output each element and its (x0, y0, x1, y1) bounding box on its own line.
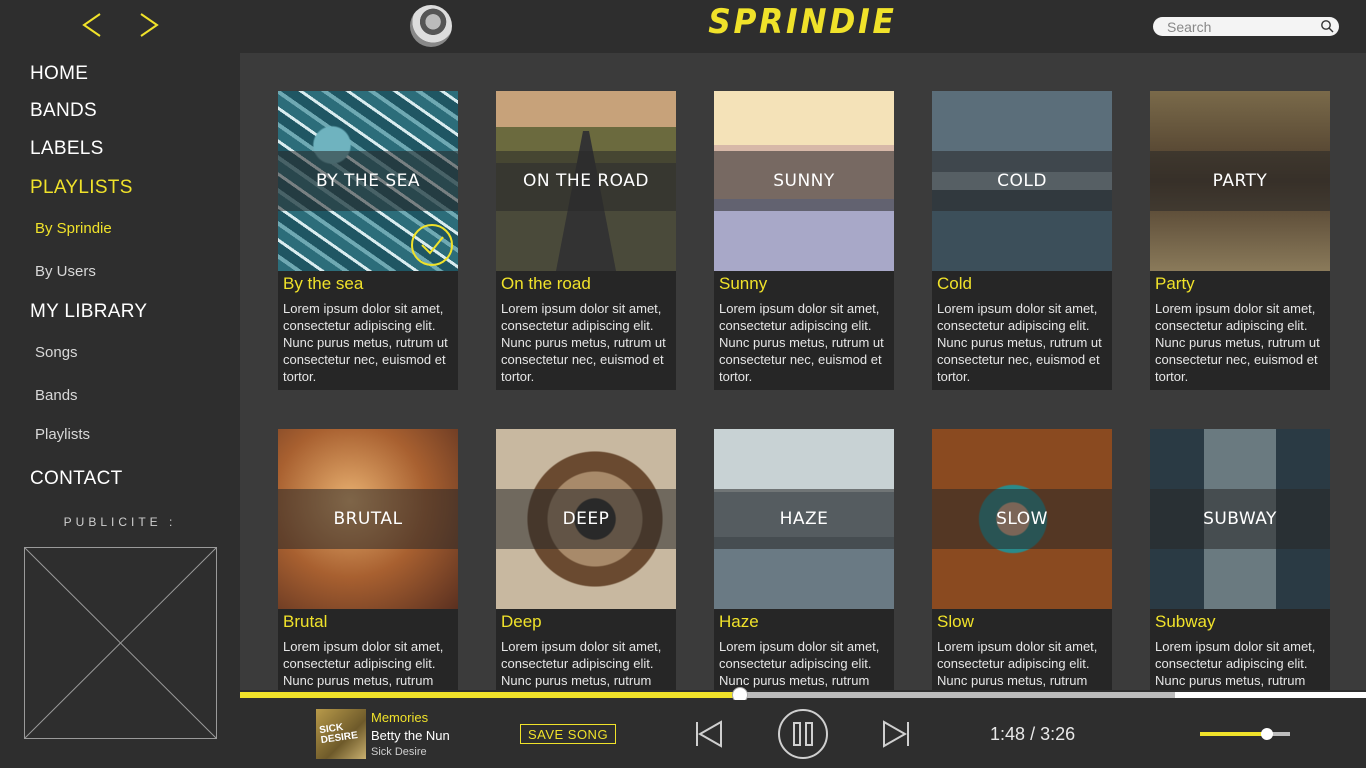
playlist-card-sunny[interactable]: SUNNY Sunny Lorem ipsum dolor sit amet, … (714, 91, 894, 390)
playlist-overlay-label: SLOW (932, 489, 1112, 549)
playlist-title: Sunny (719, 274, 768, 293)
playlist-card-on-the-road[interactable]: ON THE ROAD On the road Lorem ipsum dolo… (496, 91, 676, 390)
top-bar: SPRINDIE (0, 0, 1366, 53)
nav-my-library[interactable]: MY LIBRARY (30, 301, 147, 323)
playlist-thumbnail: SUNNY (714, 91, 894, 271)
playlist-title: Brutal (283, 612, 328, 631)
album-cover-text: SICK DESIRE (318, 721, 359, 747)
player-bar: SICK DESIRE Memories Betty the Nun Sick … (240, 700, 1366, 768)
time-display: 1:48 / 3:26 (990, 724, 1075, 745)
playlist-title: Haze (719, 612, 759, 631)
playlist-description: Lorem ipsum dolor sit amet, consectetur … (937, 301, 1102, 384)
search-icon[interactable] (1320, 19, 1334, 33)
playlist-overlay-label: HAZE (714, 489, 894, 549)
playlist-description: Lorem ipsum dolor sit amet, consectetur … (1155, 639, 1316, 688)
playlist-overlay-label: COLD (932, 151, 1112, 211)
search-input[interactable] (1167, 18, 1317, 35)
playlist-title: Slow (937, 612, 974, 631)
playlist-description: Lorem ipsum dolor sit amet, consectetur … (1155, 301, 1320, 384)
playlist-overlay-label: BY THE SEA (278, 151, 458, 211)
playlist-card-party[interactable]: PARTY Party Lorem ipsum dolor sit amet, … (1150, 91, 1330, 390)
playlist-overlay-label: DEEP (496, 489, 676, 549)
playlist-title: Deep (501, 612, 542, 631)
progress-fill (240, 692, 740, 698)
playlist-thumbnail: BY THE SEA (278, 91, 458, 271)
playlist-thumbnail: PARTY (1150, 91, 1330, 271)
nav-labels[interactable]: LABELS (30, 138, 104, 160)
nav-bands[interactable]: BANDS (30, 100, 97, 122)
playlist-overlay-label: BRUTAL (278, 489, 458, 549)
playlist-card-by-the-sea[interactable]: BY THE SEA By the sea Lorem ipsum dolor … (278, 91, 458, 390)
current-time: 1:48 (990, 724, 1026, 744)
forward-arrow-icon[interactable] (133, 8, 163, 42)
playlist-thumbnail: DEEP (496, 429, 676, 609)
nav-library-bands[interactable]: Bands (35, 387, 78, 404)
playlist-thumbnail: SUBWAY (1150, 429, 1330, 609)
playlist-card-cold[interactable]: COLD Cold Lorem ipsum dolor sit amet, co… (932, 91, 1112, 390)
playlist-description: Lorem ipsum dolor sit amet, consectetur … (501, 301, 666, 384)
playlist-description: Lorem ipsum dolor sit amet, consectetur … (283, 639, 444, 688)
playlist-thumbnail: COLD (932, 91, 1112, 271)
skip-back-icon[interactable] (694, 719, 724, 749)
playlist-title: Party (1155, 274, 1195, 293)
playlist-title: Subway (1155, 612, 1216, 631)
playlist-thumbnail: HAZE (714, 429, 894, 609)
playlist-overlay-label: ON THE ROAD (496, 151, 676, 211)
avatar[interactable] (410, 5, 452, 47)
nav-playlists[interactable]: PLAYLISTS (30, 177, 133, 199)
progress-track-end[interactable] (1175, 692, 1366, 698)
volume-fill (1200, 732, 1267, 736)
playlist-description: Lorem ipsum dolor sit amet, consectetur … (937, 639, 1098, 688)
playlist-card-slow[interactable]: SLOW Slow Lorem ipsum dolor sit amet, co… (932, 429, 1112, 690)
now-playing-artist[interactable]: Betty the Nun (371, 728, 450, 743)
back-arrow-icon[interactable] (78, 8, 108, 42)
nav-by-sprindie[interactable]: By Sprindie (35, 220, 112, 237)
now-playing-album[interactable]: Sick Desire (371, 746, 427, 758)
nav-songs[interactable]: Songs (35, 344, 78, 361)
playlist-card-deep[interactable]: DEEP Deep Lorem ipsum dolor sit amet, co… (496, 429, 676, 690)
ad-label: PUBLICITE : (63, 515, 177, 529)
playlist-title: By the sea (283, 274, 364, 293)
volume-handle[interactable] (1260, 728, 1273, 740)
playback-progress[interactable] (240, 687, 1366, 703)
skip-forward-icon[interactable] (881, 719, 911, 749)
playlist-title: On the road (501, 274, 591, 293)
playlist-description: Lorem ipsum dolor sit amet, consectetur … (719, 301, 884, 384)
nav-home[interactable]: HOME (30, 63, 88, 85)
album-cover[interactable]: SICK DESIRE (316, 709, 366, 759)
playlist-overlay-label: SUNNY (714, 151, 894, 211)
check-circle-icon (411, 224, 453, 266)
sidebar: HOME BANDS LABELS PLAYLISTS By Sprindie … (0, 53, 240, 768)
playlist-overlay-label: SUBWAY (1150, 489, 1330, 549)
total-time: 3:26 (1040, 724, 1076, 744)
volume-slider[interactable] (1200, 728, 1290, 740)
playlist-card-subway[interactable]: SUBWAY Subway Lorem ipsum dolor sit amet… (1150, 429, 1330, 690)
playlist-thumbnail: BRUTAL (278, 429, 458, 609)
playlist-description: Lorem ipsum dolor sit amet, consectetur … (719, 639, 880, 688)
playlist-title: Cold (937, 274, 972, 293)
playlist-description: Lorem ipsum dolor sit amet, consectetur … (283, 301, 448, 384)
playlist-thumbnail: SLOW (932, 429, 1112, 609)
search-box[interactable] (1153, 17, 1339, 36)
playlist-grid: BY THE SEA By the sea Lorem ipsum dolor … (240, 53, 1366, 690)
save-song-button[interactable]: SAVE SONG (520, 724, 616, 744)
nav-contact[interactable]: CONTACT (30, 468, 123, 490)
ad-placeholder[interactable] (24, 547, 217, 739)
time-separator: / (1030, 724, 1036, 744)
nav-library-playlists[interactable]: Playlists (35, 426, 90, 443)
playlist-overlay-label: PARTY (1150, 151, 1330, 211)
pause-icon[interactable] (777, 708, 829, 760)
playlist-description: Lorem ipsum dolor sit amet, consectetur … (501, 639, 662, 688)
playlist-card-haze[interactable]: HAZE Haze Lorem ipsum dolor sit amet, co… (714, 429, 894, 690)
playlist-card-brutal[interactable]: BRUTAL Brutal Lorem ipsum dolor sit amet… (278, 429, 458, 690)
nav-by-users[interactable]: By Users (35, 263, 96, 280)
now-playing-title[interactable]: Memories (371, 710, 428, 725)
playlist-thumbnail: ON THE ROAD (496, 91, 676, 271)
app-logo: SPRINDIE (707, 2, 897, 42)
